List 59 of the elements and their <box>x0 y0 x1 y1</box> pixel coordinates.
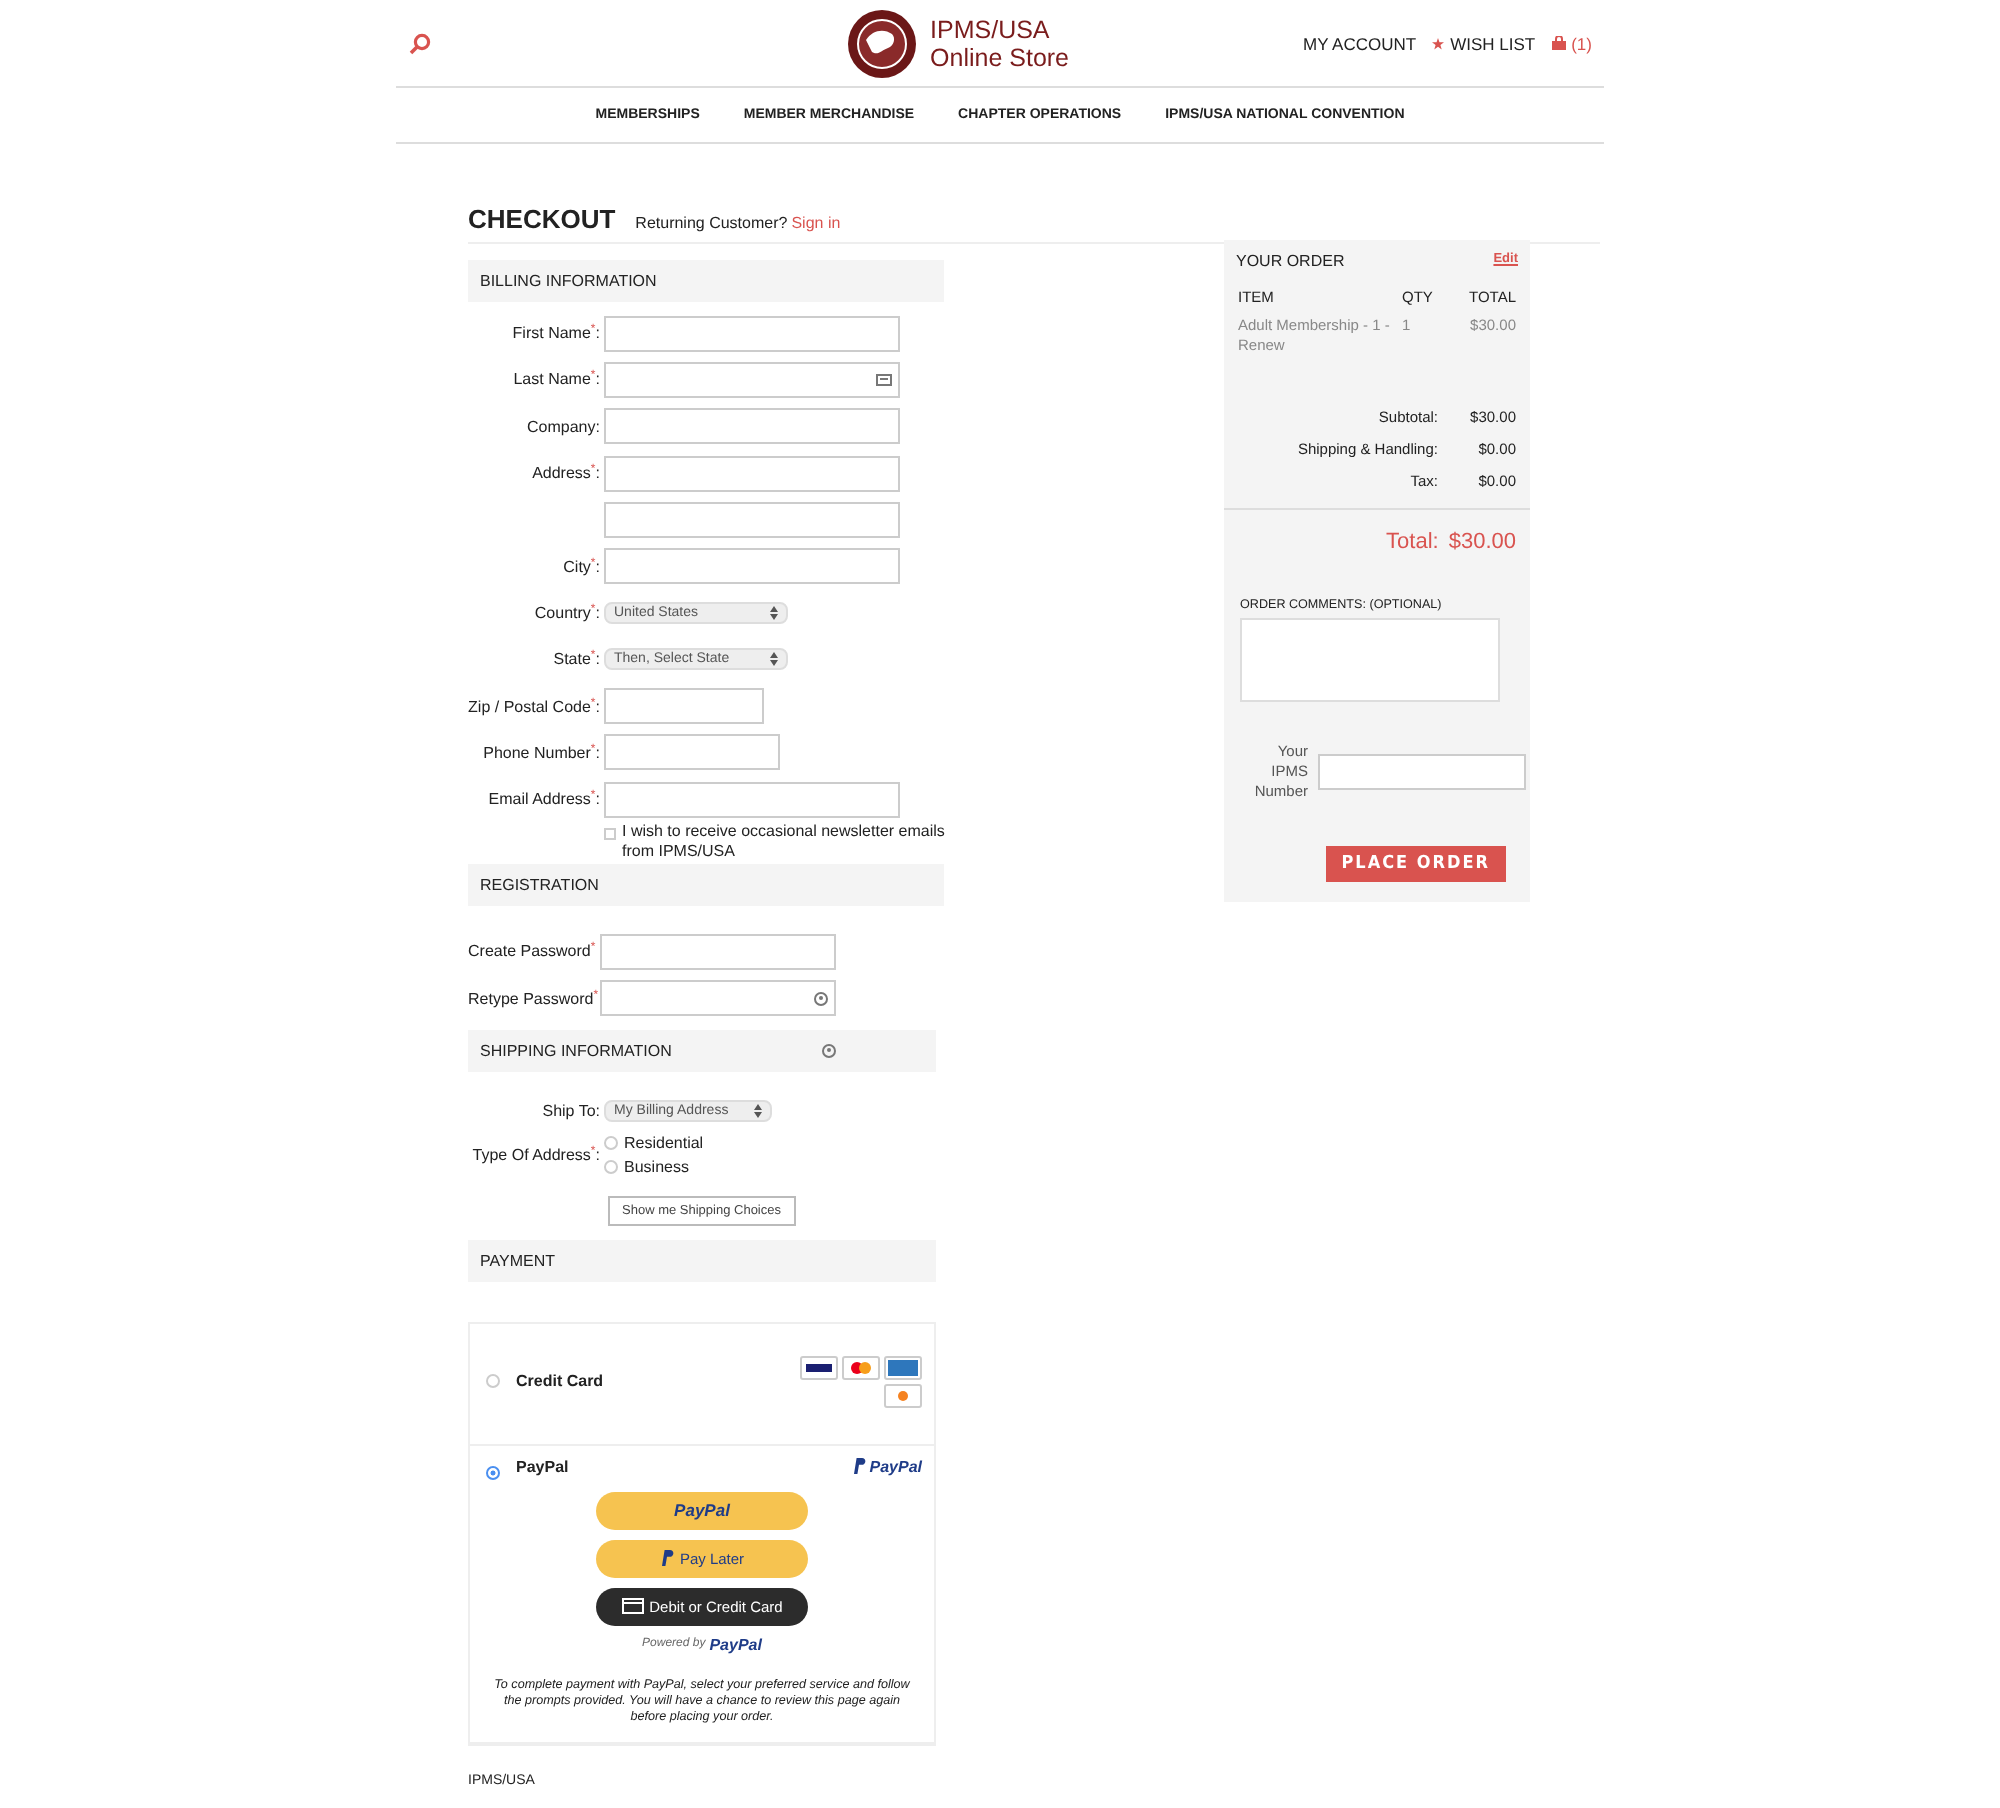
input-field[interactable] <box>604 501 900 538</box>
stepper-icon <box>770 652 778 667</box>
globe-seal-icon[interactable] <box>846 7 919 79</box>
radio-label: Residential <box>624 1134 704 1153</box>
sign-in-link[interactable]: Sign in <box>791 214 841 232</box>
logo-title: IPMS/USA <box>930 15 1052 43</box>
section-header: PAYMENT <box>468 1239 936 1282</box>
input-field[interactable] <box>600 933 836 970</box>
radio-label: Business <box>624 1158 689 1177</box>
input-field[interactable] <box>604 781 900 818</box>
wishlist-link[interactable]: WISH LIST <box>1450 33 1536 53</box>
section-header: SHIPPING INFORMATION <box>468 1029 936 1072</box>
returning-customer-text: Returning Customer? <box>635 214 788 232</box>
section-header: BILLING INFORMATION <box>468 260 944 302</box>
paypal-button[interactable]: PayPal <box>596 1491 808 1530</box>
input-field[interactable] <box>604 688 764 725</box>
card-icon <box>621 1598 644 1615</box>
search-icon[interactable] <box>408 31 432 55</box>
input-field[interactable] <box>604 315 900 352</box>
input-field[interactable] <box>604 734 780 771</box>
input-field[interactable] <box>604 548 900 585</box>
paypal-wordmark: PayPal <box>869 1457 922 1476</box>
input-field[interactable] <box>1318 754 1526 790</box>
logo-subtitle: Online Store <box>930 43 1070 71</box>
panel-title: YOUR ORDER <box>1236 252 1345 270</box>
comments-field[interactable] <box>1240 618 1500 702</box>
radio-button[interactable] <box>486 1465 500 1480</box>
radio-button[interactable] <box>604 1136 618 1151</box>
total-value: $30.00 <box>1448 530 1516 554</box>
input-field[interactable] <box>600 980 836 1017</box>
newsletter-checkbox[interactable] <box>604 828 616 841</box>
p-logo-icon <box>659 1550 674 1567</box>
payment-card-icon <box>884 1383 922 1408</box>
paypal-wordmark: PayPal <box>709 1635 762 1654</box>
section-header: REGISTRATION <box>468 864 944 907</box>
newsletter-label: I wish to receive occasional newsletter emails from IPMS/USA <box>622 822 947 863</box>
bag-icon[interactable] <box>1551 36 1566 50</box>
star-icon <box>1432 37 1445 49</box>
p-logo-icon <box>851 1458 866 1475</box>
contact-card-icon <box>876 373 892 386</box>
method-label: PayPal <box>516 1457 571 1476</box>
account-link[interactable]: MY ACCOUNT <box>1303 33 1417 53</box>
radio-button[interactable] <box>604 1160 618 1175</box>
payment-card-icon <box>800 1355 838 1380</box>
field-label: Company: <box>525 417 602 436</box>
input-field[interactable] <box>604 361 900 398</box>
input-field[interactable] <box>604 408 900 445</box>
place-order-button[interactable]: PLACE ORDER <box>1325 846 1506 882</box>
stepper-icon <box>754 1104 762 1119</box>
total-label: Total: <box>1386 530 1439 554</box>
payment-card-icon <box>842 1355 880 1380</box>
page-title: CHECKOUT <box>468 204 616 234</box>
payment-card-icon <box>884 1355 922 1380</box>
field-label: Ship To: <box>540 1102 602 1121</box>
cart-count: (1) <box>1571 33 1592 53</box>
method-label: Credit Card <box>516 1372 606 1391</box>
input-field[interactable] <box>604 455 900 492</box>
radio-button[interactable] <box>486 1374 500 1389</box>
stepper-icon <box>770 605 778 620</box>
